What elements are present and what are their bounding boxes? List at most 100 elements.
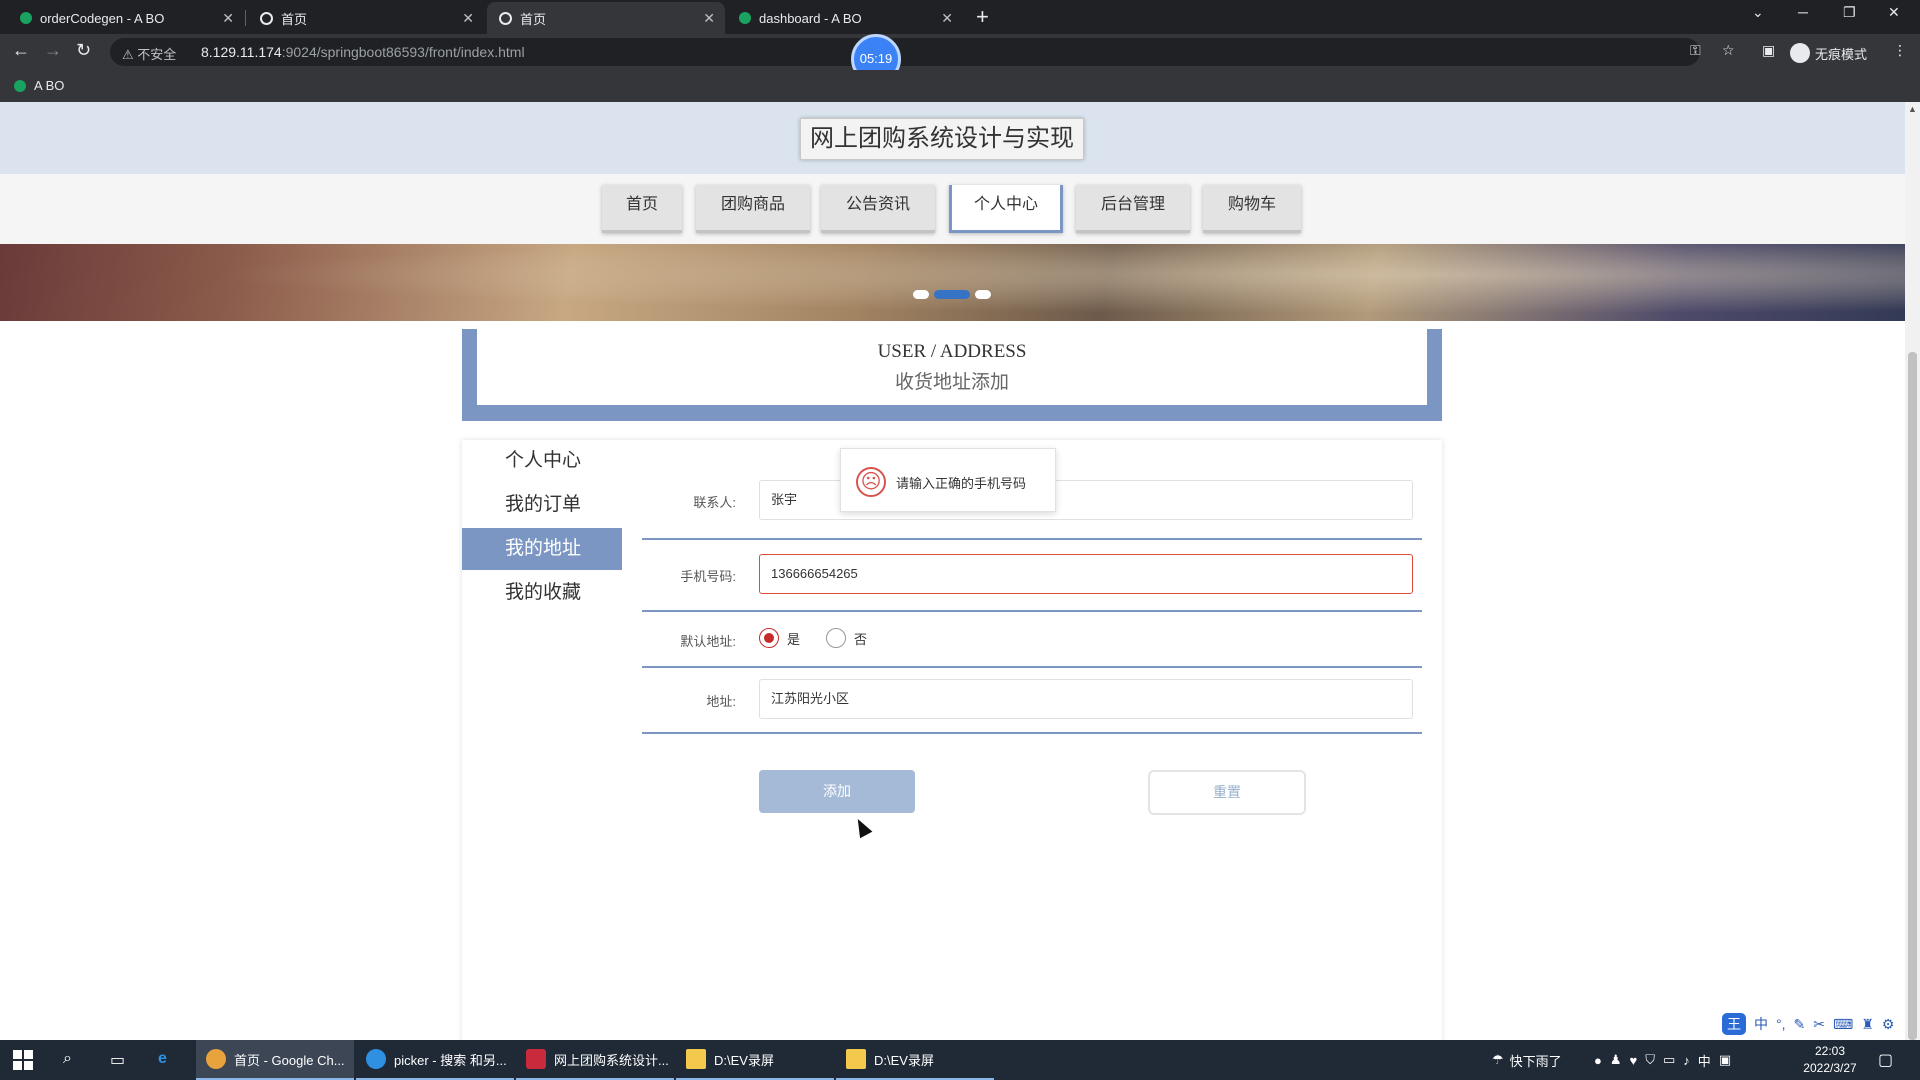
banner-image [0,244,1905,321]
default-yes-label[interactable]: 是 [787,629,800,648]
scroll-thumb[interactable] [1908,352,1917,1040]
url-host: 8.129.11.174 [201,44,282,60]
default-yes-radio[interactable] [759,628,779,648]
url-path: :9024/springboot86593/front/index.html [281,44,525,60]
address-content-panel: 个人中心 我的订单 我的地址 我的收藏 联系人: 张宇 手机号码: 136666… [462,440,1442,1040]
default-no-label[interactable]: 否 [854,629,867,648]
reload-icon[interactable]: ↻ [76,40,91,61]
reset-button[interactable]: 重置 [1148,770,1306,815]
nav-item-user-center[interactable]: 个人中心 [949,185,1063,233]
side-item-user-center[interactable]: 个人中心 [462,440,622,482]
incognito-label: 无痕模式 [1815,46,1868,62]
nav-item-cart[interactable]: 购物车 [1203,185,1301,233]
network-icon[interactable]: ▭ [1663,1052,1675,1068]
taskbar-app-label: D:\EV录屏 [714,1052,774,1068]
nav-item-news[interactable]: 公告资讯 [821,185,935,233]
tab-close-icon[interactable]: ✕ [941,10,953,27]
tab-home-1[interactable]: 首页 ✕ [248,2,484,34]
carousel-dot-active[interactable] [934,290,970,299]
tab-title: 首页 [281,11,308,27]
tab-close-icon[interactable]: ✕ [462,10,474,27]
ime-logo-icon[interactable]: 王 [1722,1013,1746,1035]
tab-dashboard[interactable]: dashboard - A BO ✕ [727,2,963,34]
qq-icon[interactable]: ♟ [1610,1052,1622,1068]
ime-punctuation-icon[interactable]: °, [1776,1016,1786,1032]
main-nav: 首页 团购商品 公告资讯 个人中心 后台管理 购物车 [0,174,1905,244]
ime-chinese-mode[interactable]: 中 [1754,1014,1768,1034]
tab-title: 首页 [520,11,547,27]
system-clock[interactable]: 22:03 2022/3/27 [1796,1043,1864,1077]
side-item-address[interactable]: 我的地址 [462,528,622,570]
key-icon[interactable]: ⚿ [1690,42,1701,59]
ime-scissors-icon[interactable]: ✂ [1813,1016,1825,1033]
system-tray: ● ♟ ♥ ⛉ ▭ ♪ 中 ▣ [1594,1040,1731,1080]
ime-keyboard-icon[interactable]: ⌨ [1833,1016,1853,1033]
taskbar-app-folder-2[interactable]: D:\EV录屏 [836,1040,994,1080]
taskbar-app-folder-1[interactable]: D:\EV录屏 [676,1040,834,1080]
tab-ordercodegen[interactable]: orderCodegen - A BO ✕ [8,2,244,34]
insecure-warning[interactable]: ⚠ 不安全 [122,44,176,63]
tab-title: orderCodegen - A BO [40,10,165,26]
app-tray-icon[interactable]: ♥ [1630,1053,1638,1068]
folder-icon [686,1049,706,1069]
restore-icon[interactable]: ❐ [1843,4,1856,21]
windows-start-icon[interactable] [13,1050,33,1070]
site-header: 网上团购系统设计与实现 [0,102,1905,174]
bookmark-item[interactable]: A BO [14,78,64,93]
tab-close-icon[interactable]: ✕ [222,10,234,27]
minimize-icon[interactable]: ─ [1798,4,1808,20]
address-bar[interactable]: ⚠ 不安全 8.129.11.174:9024/springboot86593/… [110,38,1700,66]
add-button[interactable]: 添加 [759,770,915,813]
section-header: USER / ADDRESS 收货地址添加 [462,329,1442,421]
document-app-icon [526,1049,546,1069]
clock-time: 22:03 [1814,1044,1846,1058]
bookmark-bar: A BO [0,70,1920,102]
taskbar-app-label: picker - 搜索 和另... [394,1052,507,1068]
ime-shirt-icon[interactable]: ♜ [1861,1016,1874,1033]
url-text[interactable]: 8.129.11.174:9024/springboot86593/front/… [201,44,525,60]
incognito-indicator[interactable]: 无痕模式 [1790,43,1867,63]
tab-separator [245,10,246,26]
phone-row: 手机号码: 136666654265 [642,554,1422,612]
ie-browser-icon[interactable]: e [158,1050,167,1068]
default-no-radio[interactable] [826,628,846,648]
ime-language[interactable]: 中 [1698,1051,1711,1070]
notification-icon[interactable]: ▢ [1878,1050,1893,1070]
scroll-up-arrow-icon[interactable]: ▲ [1908,104,1917,114]
shield-icon[interactable]: ⛉ [1645,1052,1655,1068]
new-tab-plus-icon[interactable]: + [976,4,989,30]
phone-input[interactable]: 136666654265 [759,554,1413,594]
bookmark-label: A BO [34,78,65,93]
carousel-dot[interactable] [913,290,929,299]
wechat-icon[interactable]: ● [1594,1053,1602,1068]
carousel-dot[interactable] [975,290,991,299]
side-panel-icon[interactable]: ▣ [1762,42,1775,59]
task-view-icon[interactable]: ▭ [110,1050,125,1070]
bookmark-star-icon[interactable]: ☆ [1722,42,1735,59]
nav-item-home[interactable]: 首页 [602,185,682,233]
toast-message: 请输入正确的手机号码 [896,476,1027,491]
page-scrollbar[interactable]: ▲ [1905,102,1920,1040]
side-item-favorites[interactable]: 我的收藏 [462,572,622,614]
ime-pen-icon[interactable]: ✎ [1794,1016,1806,1033]
search-icon[interactable]: ⌕ [63,1050,72,1068]
nav-item-group-goods[interactable]: 团购商品 [696,185,810,233]
taskbar-app-document[interactable]: 网上团购系统设计... [516,1040,674,1080]
browser-menu-icon[interactable]: ⋮ [1893,42,1907,59]
forward-arrow-icon[interactable]: → [44,40,62,61]
taskbar-app-edge[interactable]: picker - 搜索 和另... [356,1040,514,1080]
side-item-orders[interactable]: 我的订单 [462,484,622,526]
tab-search-chevron-icon[interactable]: ⌄ [1752,4,1764,21]
ime-tray-icon[interactable]: ▣ [1719,1052,1731,1068]
volume-icon[interactable]: ♪ [1683,1053,1690,1068]
address-input[interactable]: 江苏阳光小区 [759,679,1413,719]
ime-settings-icon[interactable]: ⚙ [1882,1016,1895,1033]
weather-widget[interactable]: ☂ 快下雨了 [1492,1040,1562,1080]
back-arrow-icon[interactable]: ← [12,40,30,61]
close-window-icon[interactable]: ✕ [1888,4,1900,21]
tab-home-2-active[interactable]: 首页 ✕ [487,2,725,34]
site-favicon-icon [739,12,751,24]
taskbar-app-chrome[interactable]: 首页 - Google Ch... [196,1040,354,1080]
tab-close-icon[interactable]: ✕ [703,10,715,27]
nav-item-admin[interactable]: 后台管理 [1076,185,1190,233]
